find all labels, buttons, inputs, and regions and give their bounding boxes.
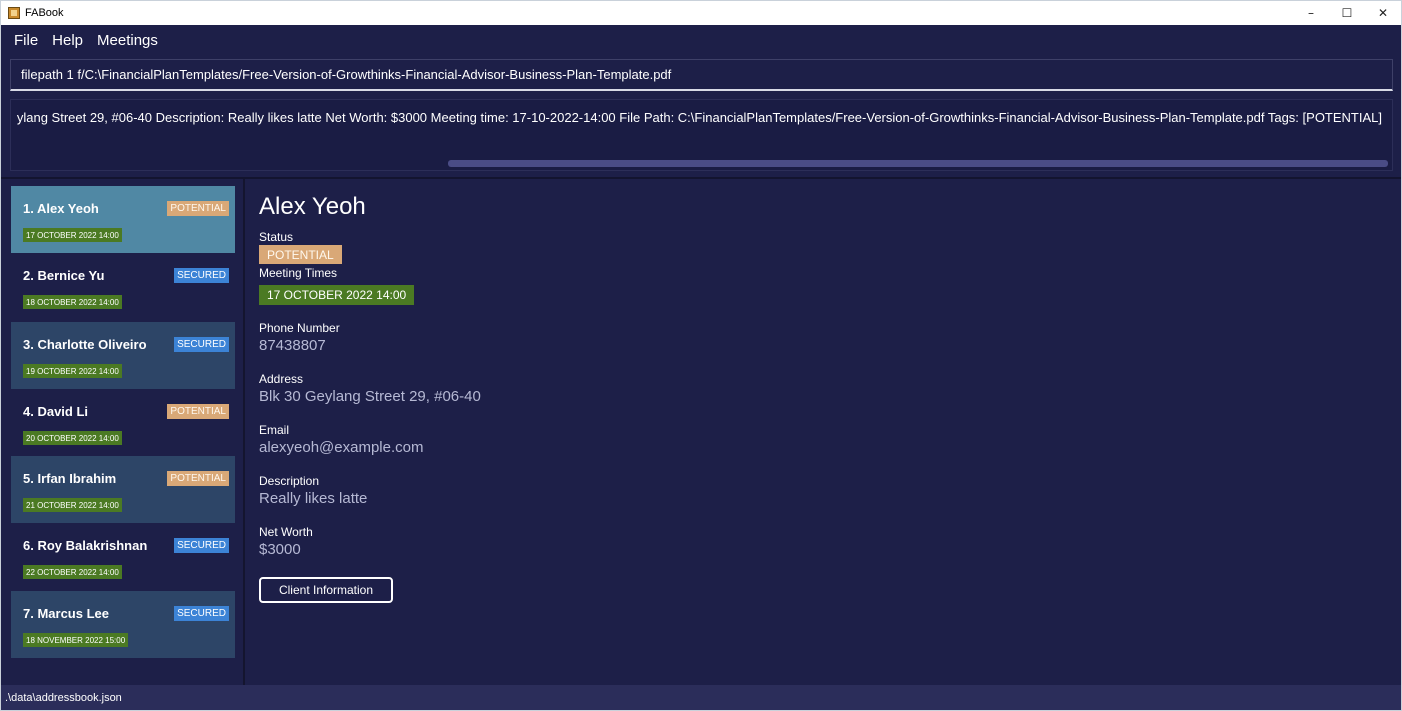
email-label: Email (259, 423, 290, 437)
person-name: 6. Roy Balakrishnan (23, 538, 148, 553)
net-worth-value: $3000 (259, 541, 301, 558)
result-text: ylang Street 29, #06-40 Description: Rea… (16, 110, 1382, 125)
meeting-badge: 18 NOVEMBER 2022 15:00 (23, 633, 129, 647)
person-card[interactable]: 5. Irfan Ibrahim POTENTIAL 21 OCTOBER 20… (11, 456, 235, 523)
status-badge: POTENTIAL (167, 471, 229, 486)
person-name: 5. Irfan Ibrahim (23, 471, 117, 486)
status-label: Status (259, 230, 294, 244)
menu-bar: File Help Meetings (1, 25, 1401, 55)
person-name: 4. David Li (23, 404, 89, 419)
person-list-panel: 1. Alex Yeoh POTENTIAL 17 OCTOBER 2022 1… (1, 179, 245, 685)
person-name: 2. Bernice Yu (23, 268, 105, 283)
net-worth-label: Net Worth (259, 525, 313, 539)
person-name: 3. Charlotte Oliveiro (23, 337, 147, 352)
status-badge: SECURED (174, 538, 229, 553)
person-card[interactable]: 2. Bernice Yu SECURED 18 OCTOBER 2022 14… (11, 253, 235, 320)
title-bar: FABook – ☐ ✕ (1, 1, 1401, 25)
meeting-badge: 17 OCTOBER 2022 14:00 (23, 228, 122, 242)
status-bar: .\data\addressbook.json (1, 685, 1401, 710)
window-title: FABook (25, 7, 64, 19)
address-value: Blk 30 Geylang Street 29, #06-40 (259, 388, 481, 405)
command-input[interactable]: filepath 1 f/C:\FinancialPlanTemplates/F… (10, 59, 1393, 91)
result-display[interactable]: ylang Street 29, #06-40 Description: Rea… (10, 99, 1393, 171)
description-label: Description (259, 474, 320, 488)
detail-status-badge: POTENTIAL (259, 245, 342, 264)
person-card[interactable]: 4. David Li POTENTIAL 20 OCTOBER 2022 14… (11, 389, 235, 456)
phone-value: 87438807 (259, 337, 326, 354)
menu-meetings[interactable]: Meetings (90, 32, 165, 49)
meeting-badge: 19 OCTOBER 2022 14:00 (23, 364, 122, 378)
person-card[interactable]: 7. Marcus Lee SECURED 18 NOVEMBER 2022 1… (11, 591, 235, 658)
menu-help[interactable]: Help (45, 32, 90, 49)
address-label: Address (259, 372, 304, 386)
meeting-times-label: Meeting Times (259, 266, 338, 280)
person-card[interactable]: 1. Alex Yeoh POTENTIAL 17 OCTOBER 2022 1… (11, 186, 235, 253)
close-button[interactable]: ✕ (1365, 1, 1401, 25)
description-value: Really likes latte (259, 490, 368, 507)
status-badge: SECURED (174, 337, 229, 352)
app-window: FABook – ☐ ✕ File Help Meetings filepath… (0, 0, 1402, 711)
phone-label: Phone Number (259, 321, 340, 335)
person-detail-panel: Alex Yeoh Status POTENTIAL Meeting Times… (247, 179, 1401, 685)
meeting-badge: 18 OCTOBER 2022 14:00 (23, 295, 122, 309)
status-badge: SECURED (174, 268, 229, 283)
minimize-button[interactable]: – (1293, 1, 1329, 25)
client-information-button[interactable]: Client Information (259, 577, 393, 603)
status-badge: POTENTIAL (167, 201, 229, 216)
command-box-container: filepath 1 f/C:\FinancialPlanTemplates/F… (1, 55, 1401, 95)
menu-file[interactable]: File (7, 32, 45, 49)
result-horizontal-scrollbar[interactable] (448, 160, 1388, 167)
meeting-badge: 21 OCTOBER 2022 14:00 (23, 498, 122, 512)
person-name: 1. Alex Yeoh (23, 201, 99, 216)
window-controls: – ☐ ✕ (1293, 1, 1401, 25)
meeting-badge: 22 OCTOBER 2022 14:00 (23, 565, 122, 579)
person-card[interactable]: 3. Charlotte Oliveiro SECURED 19 OCTOBER… (11, 322, 235, 389)
maximize-button[interactable]: ☐ (1329, 1, 1365, 25)
status-badge: SECURED (174, 606, 229, 621)
data-file-path: .\data\addressbook.json (5, 691, 122, 704)
app-logo-icon (8, 7, 20, 19)
person-card[interactable]: 6. Roy Balakrishnan SECURED 22 OCTOBER 2… (11, 523, 235, 590)
status-badge: POTENTIAL (167, 404, 229, 419)
person-name: 7. Marcus Lee (23, 606, 109, 621)
result-display-container: ylang Street 29, #06-40 Description: Rea… (1, 95, 1401, 177)
meeting-badge: 20 OCTOBER 2022 14:00 (23, 431, 122, 445)
detail-person-name: Alex Yeoh (259, 193, 366, 220)
email-value: alexyeoh@example.com (259, 439, 424, 456)
detail-meeting-badge: 17 OCTOBER 2022 14:00 (259, 285, 415, 305)
